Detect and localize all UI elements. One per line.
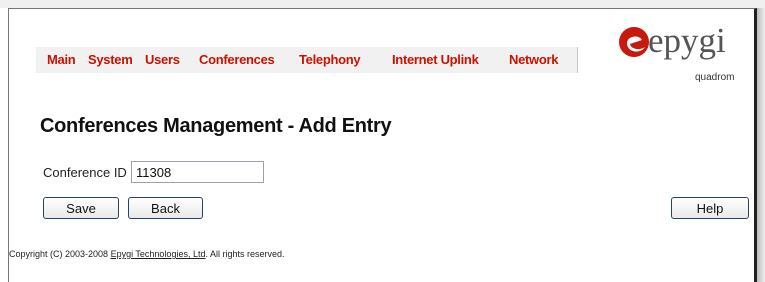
conference-id-label: Conference ID	[43, 165, 127, 180]
nav-item-main[interactable]: Main	[47, 52, 76, 67]
save-button[interactable]: Save	[43, 197, 119, 219]
main-navigation: Main System Users Conferences Telephony …	[36, 47, 578, 73]
help-button[interactable]: Help	[671, 197, 749, 219]
nav-item-conferences[interactable]: Conferences	[199, 52, 275, 67]
nav-item-network[interactable]: Network	[509, 52, 559, 67]
page-title: Conferences Management - Add Entry	[40, 115, 392, 137]
window-shadow	[757, 8, 765, 282]
conference-id-input[interactable]	[131, 161, 264, 183]
window-top-edge	[0, 0, 765, 8]
back-button[interactable]: Back	[128, 197, 203, 219]
epygi-link[interactable]: Epygi Technologies, Ltd	[111, 249, 206, 259]
copyright-suffix: . All rights reserved.	[205, 249, 285, 259]
copyright-prefix: Copyright (C) 2003-2008	[9, 249, 111, 259]
nav-item-telephony[interactable]: Telephony	[299, 52, 361, 67]
copyright-footer: Copyright (C) 2003-2008 Epygi Technologi…	[9, 249, 285, 259]
epygi-logo: epygi quadrom	[617, 21, 747, 95]
nav-item-internet-uplink[interactable]: Internet Uplink	[392, 52, 479, 67]
logo-product-text: quadrom	[695, 72, 735, 83]
nav-item-system[interactable]: System	[88, 52, 133, 67]
logo-brand-text: epygi	[648, 21, 726, 60]
nav-item-users[interactable]: Users	[145, 52, 180, 67]
